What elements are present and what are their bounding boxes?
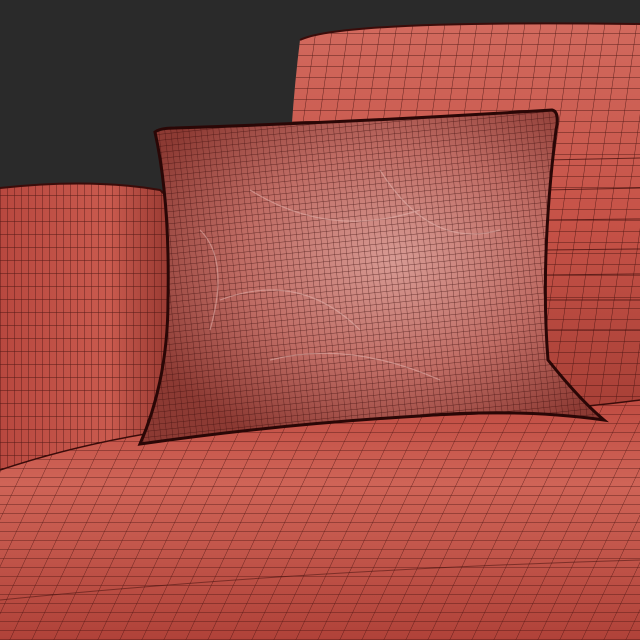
throw-pillow bbox=[137, 108, 610, 446]
wireframe-scene bbox=[0, 0, 640, 640]
3d-viewport bbox=[0, 0, 640, 640]
